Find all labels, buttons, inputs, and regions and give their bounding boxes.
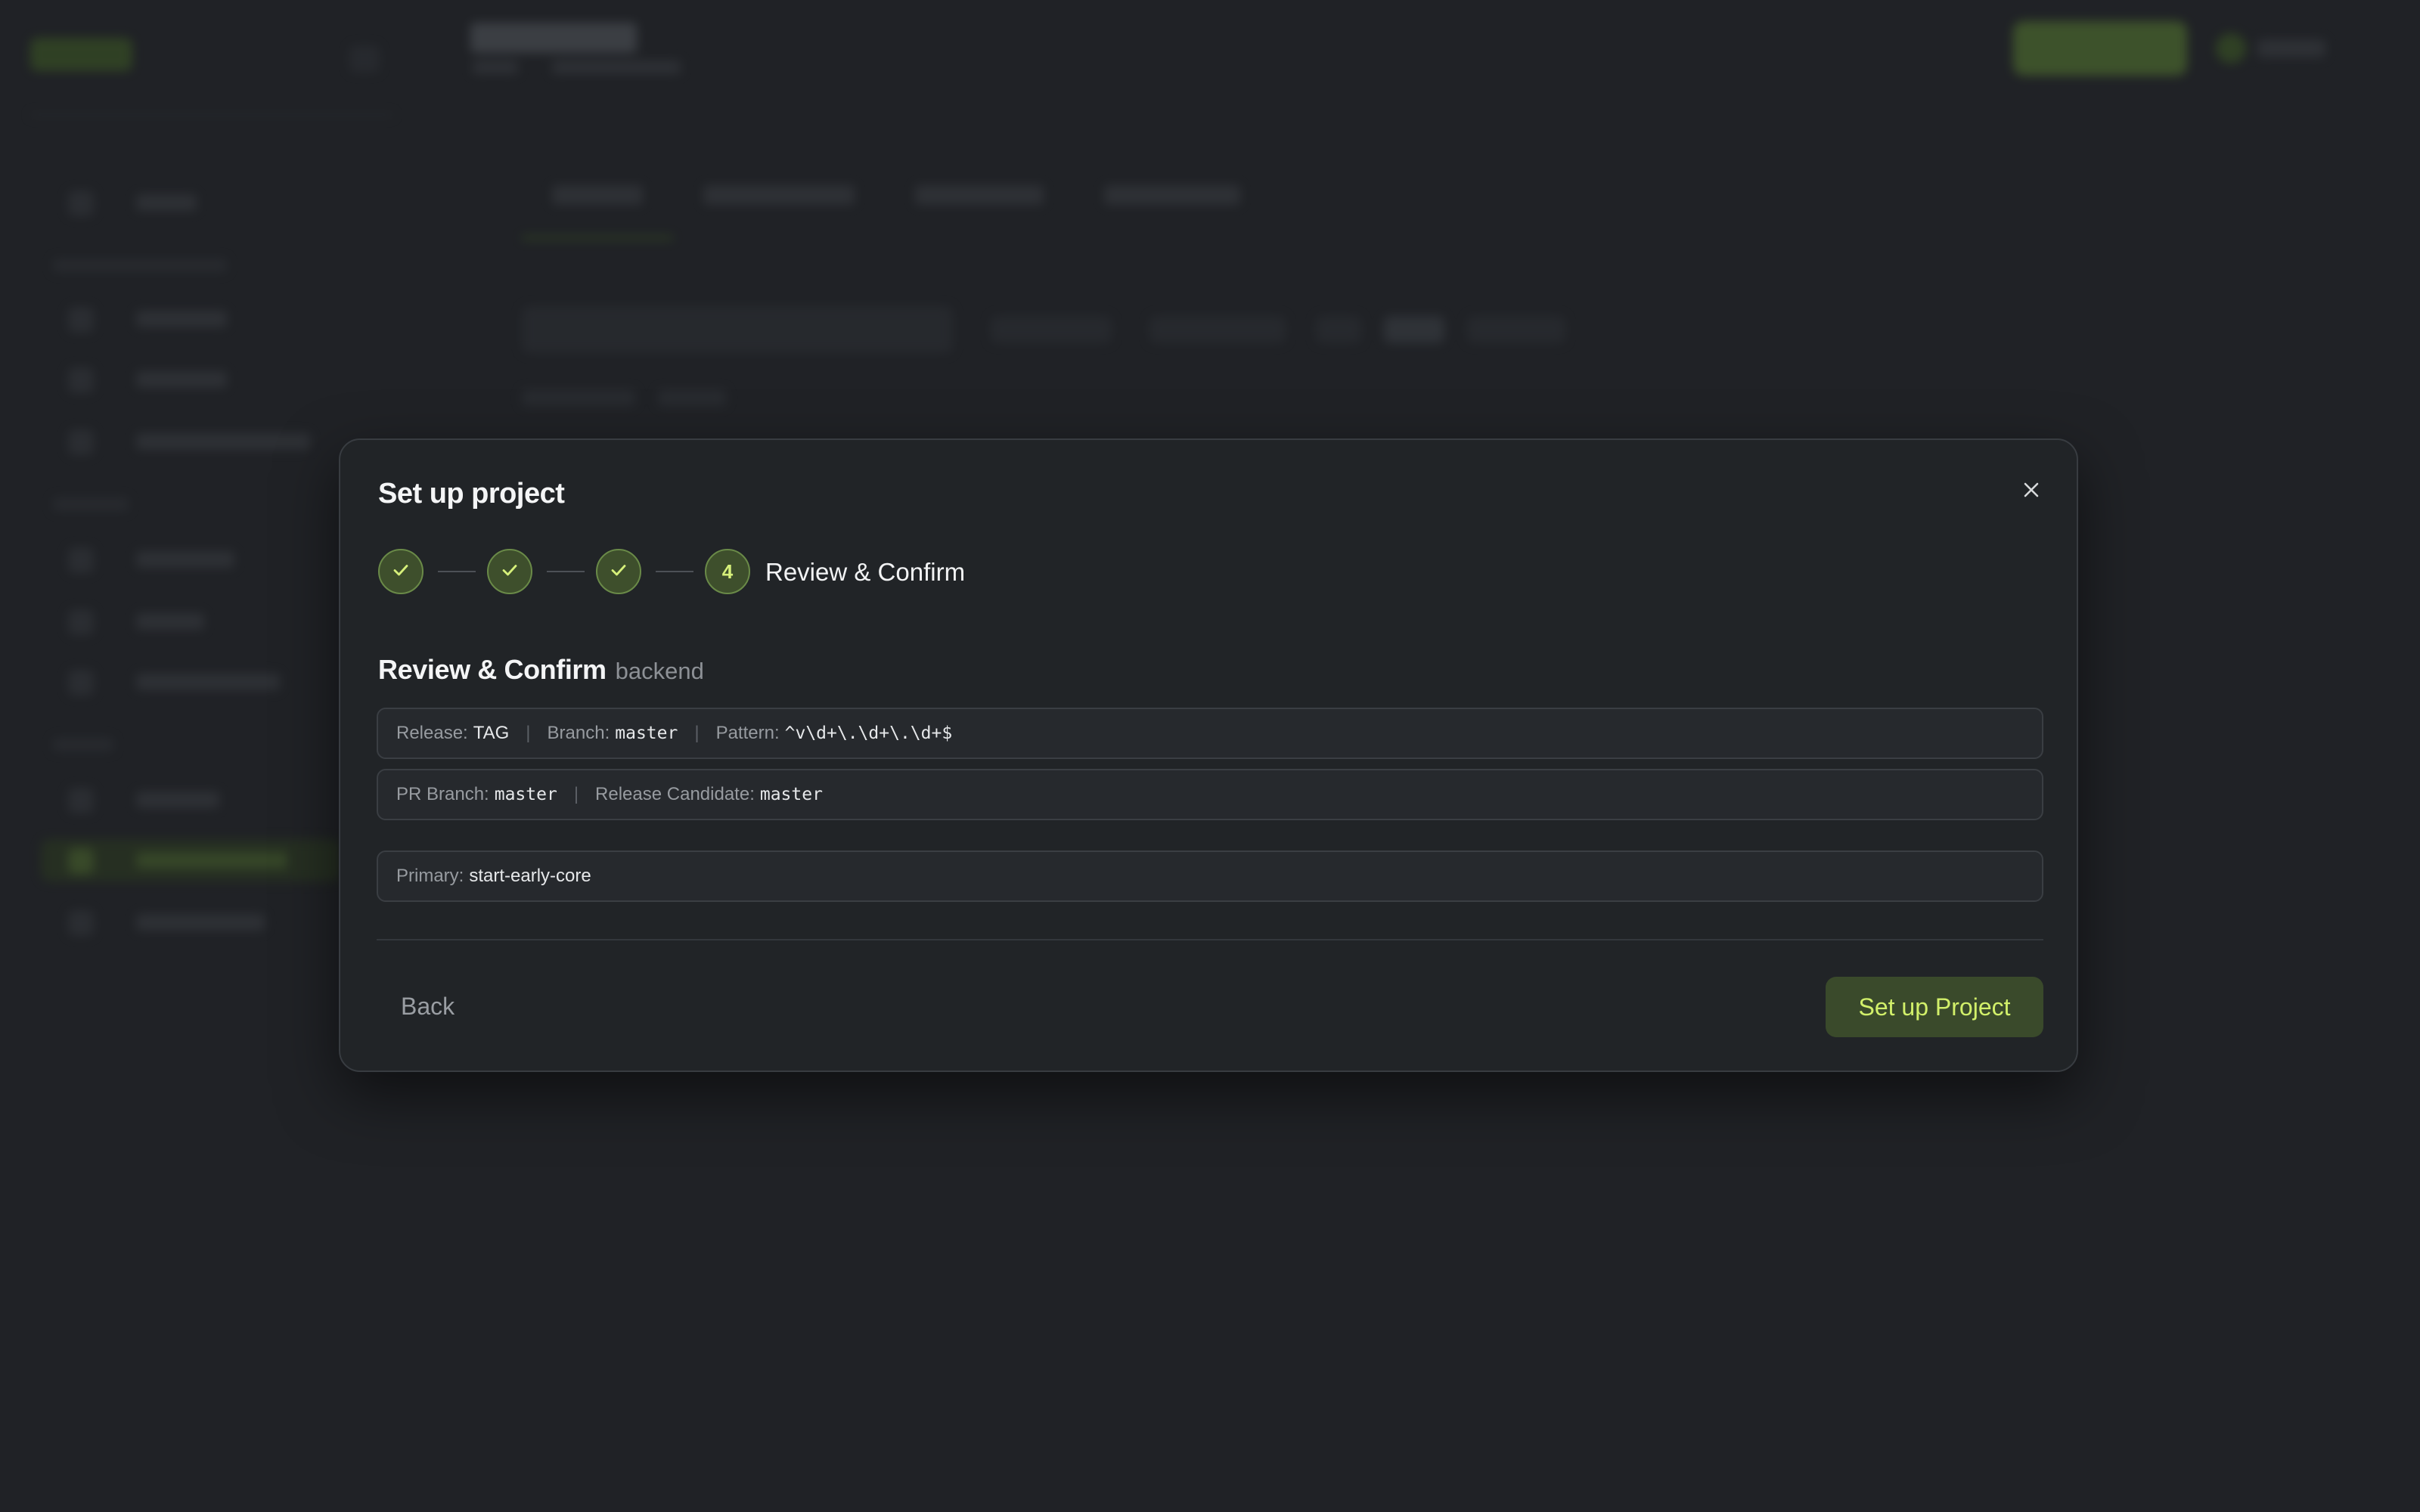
nav-label-placeholder: [136, 433, 310, 450]
breadcrumb-placeholder: [552, 60, 681, 74]
sidebar-item: [53, 358, 340, 401]
app-logo: [30, 38, 132, 71]
top-bar: [0, 0, 2420, 113]
release-type-value: TAG: [473, 723, 510, 743]
divider: [30, 113, 393, 116]
sidebar-item: [53, 779, 340, 821]
back-button[interactable]: Back: [378, 977, 477, 1036]
sidebar-item: [53, 181, 340, 224]
summary-key: Pattern:: [715, 723, 780, 743]
pattern-value: ^v\d+\.\d+\.\d+$: [784, 723, 953, 743]
check-icon: [391, 560, 411, 584]
separator: |: [694, 723, 700, 743]
filter-chip-placeholder: [1150, 316, 1286, 343]
nav-label-placeholder: [136, 792, 219, 808]
nav-label-placeholder: [136, 914, 265, 931]
release-summary-row: Release: TAG | Branch: master | Pattern:…: [377, 708, 2043, 759]
nav-icon: [68, 788, 94, 813]
nav-icon: [68, 429, 94, 455]
summary-key: Release:: [396, 723, 468, 743]
branch-value: master: [615, 723, 678, 743]
release-candidate-value: master: [759, 785, 823, 804]
tab-placeholder: [915, 185, 1044, 205]
user-name-placeholder: [2257, 39, 2325, 57]
primary-action-placeholder: [2013, 21, 2187, 76]
nav-icon: [68, 547, 94, 573]
nav-label-placeholder: [136, 674, 280, 690]
nav-icon: [68, 609, 94, 635]
filter-chip-placeholder: [1316, 316, 1361, 343]
sidebar-item: [53, 420, 340, 463]
separator: |: [526, 723, 531, 743]
close-icon: [2021, 480, 2041, 503]
search-bar-placeholder: [522, 306, 953, 353]
nav-label-placeholder: [136, 613, 204, 630]
nav-icon: [68, 670, 94, 696]
tab-placeholder: [1104, 185, 1240, 205]
breadcrumb-placeholder: [473, 60, 518, 74]
set-up-project-button[interactable]: Set up Project: [1826, 977, 2043, 1037]
section-header: Review & Confirm backend: [378, 654, 704, 686]
check-icon: [609, 560, 628, 584]
sidebar-item-active: [41, 839, 340, 881]
divider: [377, 939, 2043, 940]
step-connector: [438, 571, 476, 572]
step-connector: [656, 571, 693, 572]
meta-placeholder: [522, 389, 635, 406]
step-3-complete: [596, 549, 641, 594]
sidebar: [0, 151, 348, 983]
section-title: Review & Confirm: [378, 654, 607, 685]
primary-summary-row: Primary: start-early-core: [377, 850, 2043, 902]
filter-chip-placeholder: [1467, 316, 1565, 343]
sidebar-section-heading: [53, 738, 113, 751]
nav-label-placeholder: [136, 852, 287, 869]
summary-key: PR Branch:: [396, 784, 489, 804]
nav-label-placeholder: [136, 371, 227, 388]
summary-key: Release Candidate:: [595, 784, 755, 804]
step-4-current: 4: [705, 549, 750, 594]
summary-key: Primary:: [396, 866, 464, 886]
user-avatar-icon: [2216, 33, 2246, 64]
close-button[interactable]: [2012, 472, 2051, 511]
page-title-placeholder: [470, 23, 637, 53]
current-step-label: Review & Confirm: [765, 558, 966, 586]
nav-label-placeholder: [136, 311, 227, 327]
meta-placeholder: [658, 389, 726, 406]
nav-label-placeholder: [136, 551, 234, 568]
step-2-complete: [487, 549, 532, 594]
active-tab-indicator: [522, 236, 673, 240]
nav-icon: [68, 367, 94, 393]
setup-project-dialog: Set up project 4 Review & Confirm Review…: [339, 438, 2078, 1072]
separator: |: [573, 784, 579, 804]
sidebar-item: [53, 661, 340, 703]
step-number: 4: [721, 559, 734, 583]
nav-icon: [68, 307, 94, 333]
check-icon: [500, 560, 520, 584]
nav-label-placeholder: [136, 194, 197, 211]
nav-icon: [68, 848, 94, 874]
step-connector: [547, 571, 585, 572]
step-1-complete: [378, 549, 424, 594]
tab-placeholder: [703, 185, 855, 205]
tab-placeholder: [552, 185, 643, 205]
sidebar-item: [53, 538, 340, 581]
nav-icon: [68, 191, 94, 216]
filter-chip-placeholder: [1384, 316, 1444, 343]
dialog-title: Set up project: [378, 478, 565, 510]
primary-value: start-early-core: [469, 866, 591, 886]
sidebar-item: [53, 298, 340, 340]
sidebar-section-heading: [53, 497, 129, 511]
pr-branch-value: master: [494, 785, 557, 804]
section-subtitle: backend: [615, 658, 704, 684]
sidebar-item: [53, 600, 340, 643]
nav-icon: [68, 910, 94, 936]
summary-key: Branch:: [547, 723, 610, 743]
sidebar-section-heading: [53, 259, 227, 272]
filter-chip-placeholder: [991, 316, 1112, 343]
sidebar-toggle-button: [349, 45, 380, 73]
branch-summary-row: PR Branch: master | Release Candidate: m…: [377, 769, 2043, 820]
sidebar-item: [53, 901, 340, 943]
